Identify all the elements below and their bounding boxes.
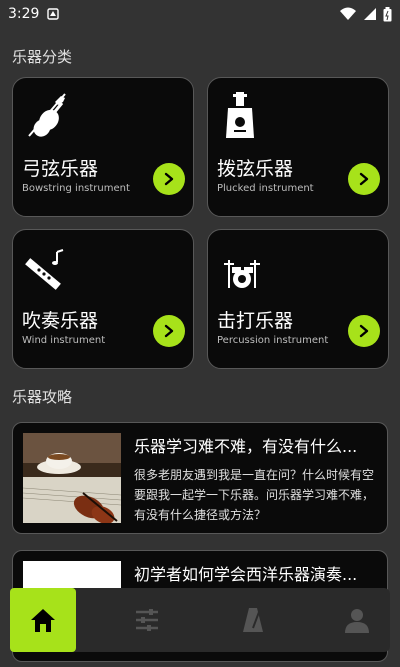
category-subtitle: Bowstring instrument: [22, 183, 130, 194]
category-name: 弓弦乐器: [22, 158, 99, 180]
tab-profile[interactable]: [324, 588, 390, 652]
category-name: 击打乐器: [217, 310, 294, 332]
article-thumbnail: [23, 433, 121, 523]
category-subtitle: Wind instrument: [22, 335, 106, 346]
article-title: 初学者如何学会西洋乐器演奏...: [134, 565, 358, 584]
guitar-icon: [226, 92, 254, 138]
chevron-right-icon: [359, 172, 369, 186]
go-button[interactable]: [153, 315, 185, 347]
violin-icon: [28, 93, 66, 137]
status-time: 3:29: [8, 6, 40, 22]
category-subtitle: Percussion instrument: [217, 335, 329, 346]
notification-icon: [47, 8, 60, 20]
tab-settings[interactable]: [114, 588, 180, 652]
sliders-icon: [136, 609, 158, 631]
wifi-icon: [340, 7, 356, 20]
category-name: 吹奏乐器: [22, 310, 99, 332]
article-card[interactable]: 乐器学习难不难，有没有什么... 很多老朋友遇到我是一直在问？什么时候有空要跟我…: [12, 422, 388, 534]
metronome-icon: [243, 608, 263, 632]
category-card-bowstring[interactable]: 弓弦乐器 Bowstring instrument: [12, 77, 194, 217]
category-subtitle: Plucked instrument: [217, 183, 314, 194]
violin-tea-image: [23, 433, 121, 523]
categories-section-title: 乐器分类: [12, 48, 73, 66]
drum-icon: [224, 260, 260, 288]
tab-home[interactable]: [10, 588, 76, 652]
category-name: 拨弦乐器: [217, 158, 294, 180]
chevron-right-icon: [164, 324, 174, 338]
chevron-right-icon: [359, 324, 369, 338]
battery-icon: [383, 6, 392, 21]
home-icon: [31, 609, 55, 632]
article-description: 很多老朋友遇到我是一直在问？什么时候有空要跟我一起学一下乐器。问乐器学习难不难，…: [134, 468, 375, 522]
chevron-right-icon: [164, 172, 174, 186]
flute-icon: [25, 249, 64, 290]
articles-section-title: 乐器攻略: [12, 388, 73, 406]
go-button[interactable]: [348, 163, 380, 195]
category-card-percussion[interactable]: 击打乐器 Percussion instrument: [207, 229, 389, 369]
signal-icon: [364, 8, 376, 20]
category-card-wind[interactable]: 吹奏乐器 Wind instrument: [12, 229, 194, 369]
person-icon: [345, 609, 369, 633]
status-bar: 3:29: [0, 0, 400, 28]
category-card-plucked[interactable]: 拨弦乐器 Plucked instrument: [207, 77, 389, 217]
go-button[interactable]: [348, 315, 380, 347]
bottom-tab-bar: [10, 588, 390, 652]
tab-metronome[interactable]: [220, 588, 286, 652]
go-button[interactable]: [153, 163, 185, 195]
article-title: 乐器学习难不难，有没有什么...: [134, 437, 358, 456]
